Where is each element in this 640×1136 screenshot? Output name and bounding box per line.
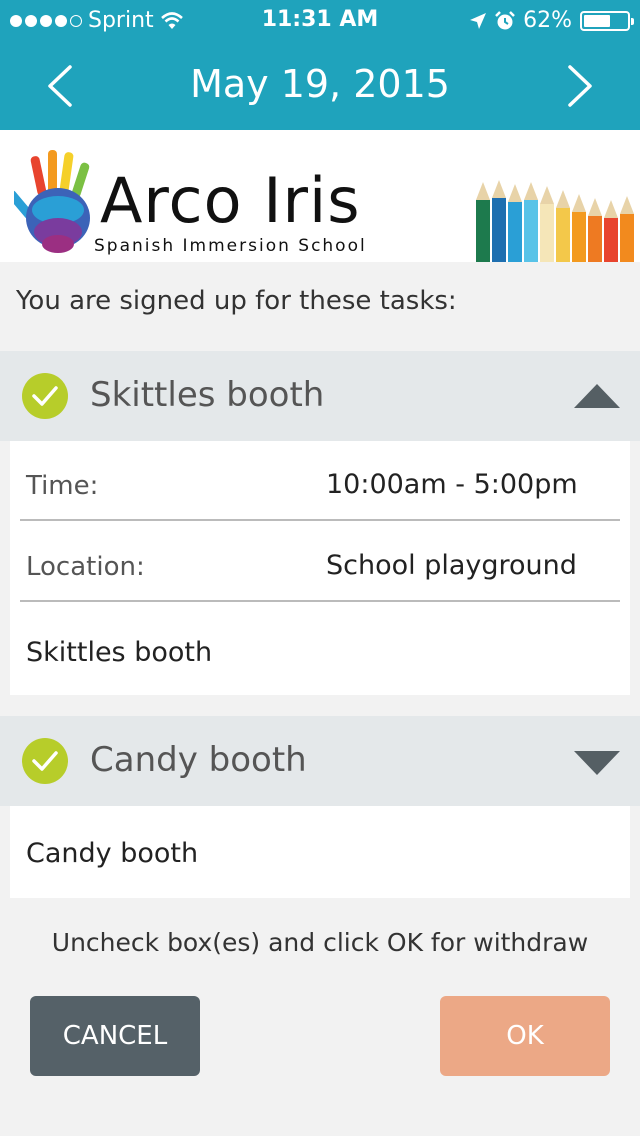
ok-button[interactable]: OK xyxy=(440,996,610,1076)
checkmark-icon xyxy=(32,386,58,406)
location-value: School playground xyxy=(326,550,577,581)
task-details-skittles: Time: 10:00am - 5:00pm Location: School … xyxy=(10,441,630,695)
checkmark-icon xyxy=(32,751,58,771)
withdraw-note: Uncheck box(es) and click OK for withdra… xyxy=(51,928,589,957)
colored-pencils-image xyxy=(476,180,634,262)
alarm-clock-icon xyxy=(495,10,515,29)
battery-percent: 62% xyxy=(523,8,572,33)
task-description: Candy booth xyxy=(26,838,199,869)
task-title: Skittles booth xyxy=(90,375,325,415)
task-header-candy[interactable]: Candy booth xyxy=(0,716,640,806)
intro-text: You are signed up for these tasks: xyxy=(16,286,457,316)
detail-row-time: Time: 10:00am - 5:00pm xyxy=(20,441,620,521)
location-label: Location: xyxy=(26,552,145,582)
task-checkbox[interactable] xyxy=(22,738,68,784)
expand-triangle-icon[interactable] xyxy=(574,749,620,775)
school-banner: Arco Iris Spanish Immersion School xyxy=(0,130,640,262)
time-label: Time: xyxy=(26,471,99,501)
task-details-candy: Candy booth xyxy=(10,806,630,898)
battery-fill xyxy=(584,14,610,27)
next-date-button[interactable] xyxy=(560,64,600,108)
cancel-button[interactable]: CANCEL xyxy=(30,996,200,1076)
location-arrow-icon xyxy=(470,12,487,29)
brand-subtitle: Spanish Immersion School xyxy=(94,236,367,256)
collapse-triangle-icon[interactable] xyxy=(574,384,620,410)
nav-bar: May 19, 2015 xyxy=(0,40,640,130)
task-description: Skittles booth xyxy=(26,637,213,668)
task-header-skittles[interactable]: Skittles booth xyxy=(0,351,640,441)
handprint-logo xyxy=(14,150,90,253)
status-right: 62% xyxy=(469,8,634,33)
time-value: 10:00am - 5:00pm xyxy=(326,469,578,500)
chevron-right-icon xyxy=(568,65,592,107)
page-title: May 19, 2015 xyxy=(190,62,450,106)
detail-row-location: Location: School playground xyxy=(20,522,620,602)
status-bar: Sprint 11:31 AM 62% xyxy=(0,0,640,40)
task-checkbox[interactable] xyxy=(22,373,68,419)
task-title: Candy booth xyxy=(90,740,307,780)
battery-icon xyxy=(580,10,634,31)
brand-name: Arco Iris xyxy=(100,164,361,237)
